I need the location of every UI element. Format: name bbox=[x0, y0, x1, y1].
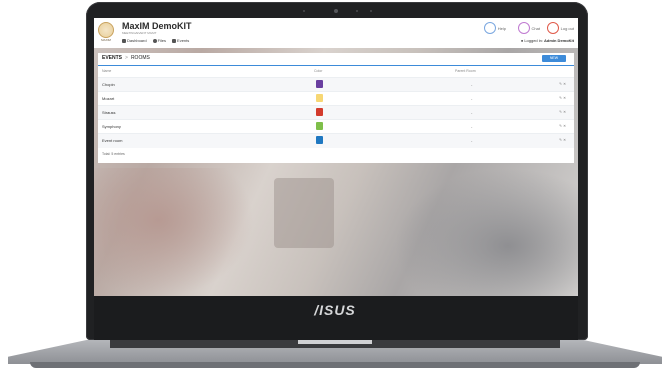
room-parent: - bbox=[471, 82, 473, 87]
app-title: MaxIM DemoKIT bbox=[122, 21, 192, 31]
app-subtitle: MEETING/EVENT MGMT bbox=[122, 31, 157, 35]
table-row[interactable]: Strauss - ✎ ✕ bbox=[98, 105, 574, 120]
home-icon bbox=[122, 38, 126, 43]
breadcrumb: EVENTS > ROOMS bbox=[102, 55, 150, 61]
webcam-icon bbox=[334, 9, 338, 13]
user-name: Admin DemoKit bbox=[544, 38, 574, 43]
edit-icon[interactable]: ✎ bbox=[559, 110, 562, 114]
room-color-swatch bbox=[316, 80, 323, 88]
column-color[interactable]: Color bbox=[314, 69, 322, 73]
room-name: Symphony bbox=[102, 124, 121, 129]
header-divider bbox=[98, 65, 574, 66]
nav-label: Events bbox=[177, 38, 190, 43]
user-icon: ● bbox=[520, 38, 524, 43]
help-icon bbox=[483, 22, 496, 34]
room-color-swatch bbox=[316, 94, 323, 102]
table-row[interactable]: Symphony - ✎ ✕ bbox=[98, 119, 574, 134]
gear-icon bbox=[152, 38, 157, 43]
nav-item-files[interactable]: Files bbox=[152, 38, 167, 43]
background-photo-cup bbox=[274, 178, 334, 248]
table-row[interactable]: Mozart - ✎ ✕ bbox=[98, 91, 574, 106]
laptop-base-edge bbox=[30, 362, 640, 368]
user-info[interactable]: ● Logged in: Admin DemoKit bbox=[521, 38, 574, 43]
sensor-dot bbox=[370, 10, 372, 12]
chat-label: Chat bbox=[531, 25, 540, 31]
room-name: Mozart bbox=[102, 96, 115, 101]
edit-icon[interactable]: ✎ bbox=[559, 138, 562, 142]
breadcrumb-rooms: ROOMS bbox=[130, 55, 150, 61]
room-parent: - bbox=[471, 110, 473, 115]
room-name: Strauss bbox=[102, 110, 116, 115]
room-color-swatch bbox=[316, 136, 323, 144]
delete-icon[interactable]: ✕ bbox=[563, 138, 566, 142]
room-color-swatch bbox=[316, 108, 323, 116]
room-parent: - bbox=[471, 138, 473, 143]
breadcrumb-separator: > bbox=[125, 55, 128, 61]
chat-icon bbox=[517, 22, 530, 34]
nav-label: Dashboard bbox=[127, 38, 147, 43]
table-footer: Total: 5 entries bbox=[102, 152, 125, 156]
nav-item-events[interactable]: Events bbox=[172, 38, 189, 43]
room-color-swatch bbox=[316, 122, 323, 130]
row-actions: ✎ ✕ bbox=[559, 110, 566, 114]
sensor-dot bbox=[356, 10, 358, 12]
delete-icon[interactable]: ✕ bbox=[563, 82, 566, 86]
delete-icon[interactable]: ✕ bbox=[563, 124, 566, 128]
chat-button[interactable]: Chat bbox=[517, 22, 540, 34]
help-label: Help bbox=[497, 25, 506, 31]
table-row[interactable]: Chopin - ✎ ✕ bbox=[98, 77, 574, 92]
lid-notch bbox=[298, 340, 372, 344]
background-photo-laptop bbox=[394, 168, 578, 296]
help-button[interactable]: Help bbox=[483, 22, 506, 34]
main-nav: Dashboard Files Events bbox=[122, 38, 189, 43]
breadcrumb-events[interactable]: EVENTS bbox=[102, 55, 122, 61]
user-prefix: Logged in: bbox=[524, 38, 543, 43]
background-photo-person bbox=[94, 168, 254, 296]
edit-icon[interactable]: ✎ bbox=[559, 82, 562, 86]
rooms-panel: EVENTS > ROOMS NEW Name Color Parent Roo… bbox=[98, 53, 574, 163]
logo-caption: MAXIM bbox=[101, 38, 111, 42]
brand-logo: /ISUS bbox=[314, 302, 356, 318]
app-header: MAXIM MaxIM DemoKIT MEETING/EVENT MGMT D… bbox=[94, 18, 578, 48]
delete-icon[interactable]: ✕ bbox=[563, 96, 566, 100]
column-parent-room[interactable]: Parent Room bbox=[455, 69, 476, 73]
edit-icon[interactable]: ✎ bbox=[559, 124, 562, 128]
app-logo[interactable] bbox=[98, 22, 114, 38]
room-name: Event room bbox=[102, 138, 123, 143]
room-name: Chopin bbox=[102, 82, 115, 87]
logout-button[interactable]: Log out bbox=[546, 22, 574, 34]
logout-icon bbox=[546, 22, 559, 34]
row-actions: ✎ ✕ bbox=[559, 138, 566, 142]
nav-label: Files bbox=[157, 38, 167, 43]
delete-icon[interactable]: ✕ bbox=[563, 110, 566, 114]
row-actions: ✎ ✕ bbox=[559, 82, 566, 86]
nav-item-dashboard[interactable]: Dashboard bbox=[122, 38, 147, 43]
room-parent: - bbox=[471, 96, 473, 101]
calendar-icon bbox=[172, 38, 177, 43]
row-actions: ✎ ✕ bbox=[559, 124, 566, 128]
room-parent: - bbox=[471, 124, 473, 129]
new-room-button[interactable]: NEW bbox=[542, 55, 566, 62]
table-header: Name Color Parent Room bbox=[98, 68, 574, 76]
sensor-dot bbox=[303, 10, 305, 12]
logout-label: Log out bbox=[560, 25, 574, 31]
edit-icon[interactable]: ✎ bbox=[559, 96, 562, 100]
column-name[interactable]: Name bbox=[102, 69, 111, 73]
row-actions: ✎ ✕ bbox=[559, 96, 566, 100]
table-row[interactable]: Event room - ✎ ✕ bbox=[98, 133, 574, 148]
